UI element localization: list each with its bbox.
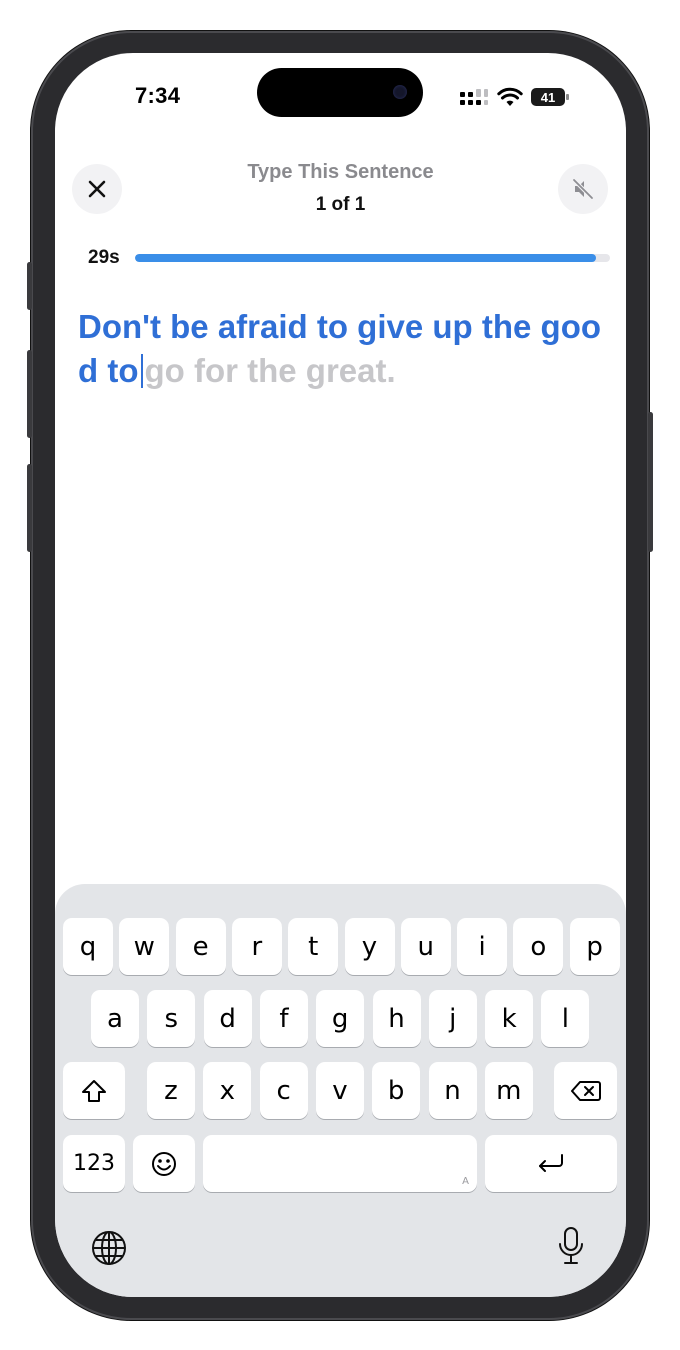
numbers-key-label: 123: [73, 1151, 115, 1176]
dynamic-island: [257, 68, 423, 117]
key-u[interactable]: u: [400, 918, 451, 975]
key-m[interactable]: m: [484, 1062, 533, 1119]
volume-down-button: [27, 464, 32, 552]
microphone-icon: [559, 1227, 583, 1264]
key-l[interactable]: l: [541, 990, 590, 1047]
key-y[interactable]: y: [344, 918, 395, 975]
key-b[interactable]: b: [372, 1062, 421, 1119]
key-p[interactable]: p: [569, 918, 620, 975]
return-key[interactable]: [485, 1135, 617, 1192]
space-key-corner-hint: A: [462, 1176, 469, 1187]
dictation-button[interactable]: [551, 1224, 591, 1268]
battery-level: 41: [540, 89, 556, 105]
key-d[interactable]: d: [203, 990, 252, 1047]
keyboard: qwertyuiop asdfghjkl zxcvbnm 123 A: [55, 884, 626, 1297]
key-r[interactable]: r: [231, 918, 282, 975]
key-w[interactable]: w: [119, 918, 170, 975]
key-e[interactable]: e: [175, 918, 226, 975]
time-progress-fill: [135, 254, 596, 262]
globe-button[interactable]: [90, 1228, 128, 1268]
key-i[interactable]: i: [457, 918, 508, 975]
key-c[interactable]: c: [259, 1062, 308, 1119]
key-s[interactable]: s: [147, 990, 196, 1047]
app-screen: 7:34 41 Type This Sentence 1 of 1 29s Do…: [55, 53, 626, 1297]
status-icons: 41: [459, 85, 569, 109]
key-n[interactable]: n: [428, 1062, 477, 1119]
battery-indicator: 41: [531, 88, 569, 106]
key-f[interactable]: f: [259, 990, 308, 1047]
volume-up-button: [27, 350, 32, 438]
cellular-icon: [460, 89, 488, 105]
time-progress-bar: [135, 254, 610, 262]
return-icon: [539, 1153, 563, 1172]
key-k[interactable]: k: [485, 990, 534, 1047]
key-x[interactable]: x: [203, 1062, 252, 1119]
sentence-input-area[interactable]: Don't be afraid to give up the good to go…: [78, 305, 608, 393]
key-q[interactable]: q: [63, 918, 113, 975]
globe-icon: [92, 1231, 126, 1265]
key-j[interactable]: j: [428, 990, 477, 1047]
battery-nub: [566, 94, 569, 100]
front-camera: [393, 85, 407, 99]
shift-icon: [82, 1079, 106, 1102]
key-g[interactable]: g: [316, 990, 365, 1047]
key-v[interactable]: v: [315, 1062, 364, 1119]
delete-icon: [570, 1080, 601, 1101]
action-button: [27, 262, 32, 310]
timer-label: 29s: [88, 247, 120, 268]
sentence-counter: 1 of 1: [315, 194, 366, 215]
wifi-icon: [497, 87, 523, 106]
key-t[interactable]: t: [288, 918, 339, 975]
remaining-text: go for the great.: [144, 352, 396, 389]
delete-key[interactable]: [554, 1062, 617, 1119]
status-time: 7:34: [135, 83, 181, 108]
shift-key[interactable]: [63, 1062, 125, 1119]
speaker-muted-icon: [572, 178, 594, 200]
key-z[interactable]: z: [147, 1062, 195, 1119]
power-button: [648, 412, 653, 552]
mute-button[interactable]: [558, 164, 608, 214]
key-a[interactable]: a: [91, 990, 139, 1047]
numbers-key[interactable]: 123: [63, 1135, 125, 1192]
key-h[interactable]: h: [372, 990, 421, 1047]
space-key[interactable]: A: [203, 1135, 477, 1192]
page-title: Type This Sentence: [247, 161, 434, 183]
key-o[interactable]: o: [513, 918, 564, 975]
emoji-icon: [152, 1151, 176, 1176]
emoji-key[interactable]: [133, 1135, 195, 1192]
